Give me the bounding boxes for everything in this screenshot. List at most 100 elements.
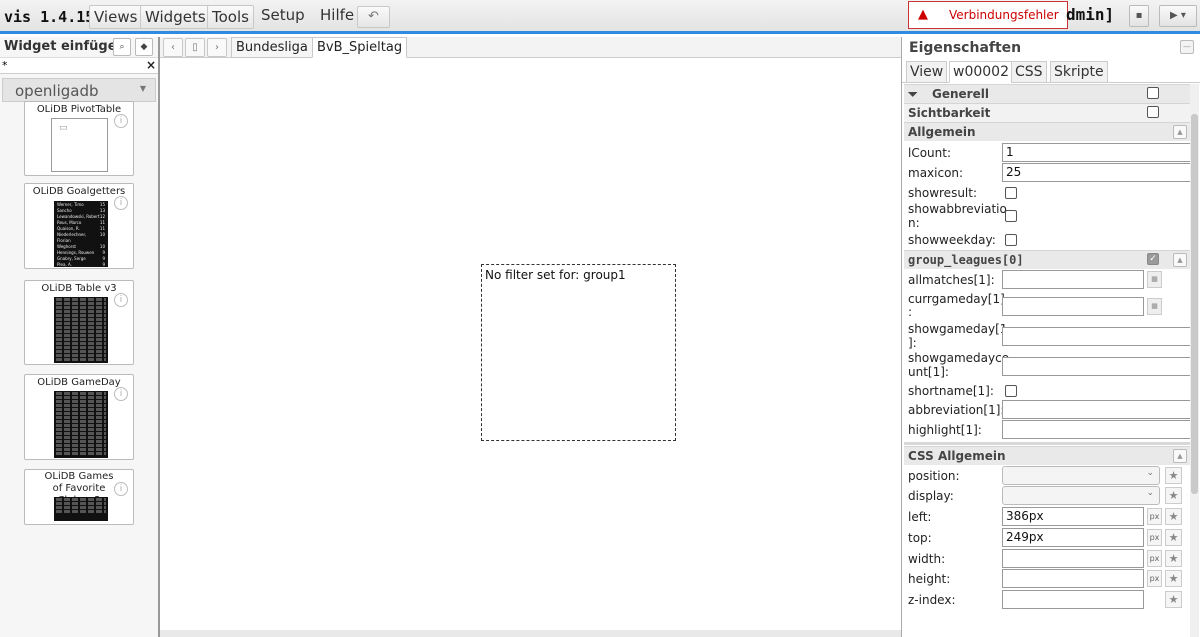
prop-label: showresult: [908,186,978,200]
selected-widget[interactable]: No filter set for: group1 [481,264,676,441]
position-select[interactable]: ⌄ [1002,466,1160,485]
chevron-down-icon: ▼ [139,84,146,93]
view-list-button[interactable]: ▯ [185,38,205,57]
palette-filter-input[interactable] [2,59,142,72]
chevron-up-icon[interactable]: ▲ [1173,125,1187,139]
showgameday-input[interactable] [1002,327,1198,346]
group-css-allgemein[interactable]: CSS Allgemein ▲ [904,446,1190,465]
currgameday-input[interactable] [1002,297,1144,316]
tab-bundesliga[interactable]: Bundesliga [231,37,313,58]
prop-label: abbreviation[1]: [908,403,1005,417]
info-icon[interactable]: i [114,387,128,401]
tag-icon: ◆ [140,42,148,52]
prop-label: width: [908,552,946,566]
warning-icon: ▲ [918,7,928,22]
prop-label: height: [908,572,951,586]
palette-search-button[interactable]: ⌕ [113,38,131,56]
info-icon[interactable]: i [114,114,128,128]
menu-views[interactable]: Views [89,5,143,29]
group-leagues[interactable]: group_leagues[0] ✓ ▲ [904,250,1190,269]
tab-css[interactable]: CSS [1011,61,1047,83]
info-icon[interactable]: i [114,482,128,496]
chevron-up-icon[interactable]: ▲ [1173,449,1187,463]
star-icon[interactable]: ★ [1165,487,1182,504]
star-icon[interactable]: ★ [1165,570,1182,587]
top-input[interactable]: 249px [1002,528,1144,547]
prop-row-highlight: highlight[1]: [904,420,1198,440]
tab-view[interactable]: View [906,61,948,83]
prop-label: display: [908,489,954,503]
group-generell-checkbox[interactable] [1147,87,1159,99]
star-icon[interactable]: ★ [1165,591,1182,608]
widget-card-favorite-clubs[interactable]: OLiDB Games of Favorite Clubs v2 i [24,469,134,525]
info-icon[interactable]: i [114,196,128,210]
clear-filter-icon[interactable]: × [146,58,156,72]
maxicon-input[interactable]: 25 [1002,163,1198,182]
group-generell[interactable]: ⏷ Generell [904,84,1190,103]
zindex-input[interactable] [1002,590,1144,609]
star-icon[interactable]: ★ [1165,550,1182,567]
properties-vertical-scrollbar[interactable] [1190,84,1199,637]
tab-bvb-spieltag[interactable]: BvB_Spieltag [312,37,408,58]
height-input[interactable] [1002,569,1144,588]
highlight-input[interactable] [1002,420,1198,439]
divider [904,442,1190,445]
menu-hilfe[interactable]: Hilfe [315,3,359,27]
prop-label: highlight[1]: [908,423,982,437]
chevron-up-icon[interactable]: ▲ [1173,253,1187,267]
group-allgemein[interactable]: Allgemein ▲ [904,122,1190,141]
app-title: vis 1.4.15 [4,8,95,26]
width-input[interactable] [1002,549,1144,568]
star-icon[interactable]: ★ [1165,467,1182,484]
group-leagues-checkbox[interactable]: ✓ [1147,253,1159,265]
group-sichtbarkeit-checkbox[interactable] [1147,106,1159,118]
group-generell-label: Generell [932,87,989,101]
menu-widgets[interactable]: Widgets [140,5,211,29]
allmatches-input[interactable] [1002,270,1144,289]
palette-tag-button[interactable]: ◆ [135,38,153,56]
prop-label: showweekday: [908,233,996,247]
collapse-panel-button[interactable]: — [1180,40,1194,54]
display-select[interactable]: ⌄ [1002,486,1160,505]
scrollbar-thumb[interactable] [1191,114,1198,494]
canvas-horizontal-scrollbar[interactable] [160,630,901,637]
showgamedaycount-input[interactable] [1002,357,1198,376]
left-input[interactable]: 386px [1002,507,1144,526]
abbreviation-input[interactable] [1002,400,1198,419]
group-sichtbarkeit[interactable]: Sichtbarkeit [904,103,1190,122]
unit-label: px [1147,529,1162,546]
lcount-input[interactable]: 1 [1002,143,1198,162]
tab-skripte[interactable]: Skripte [1050,61,1108,83]
tab-widget[interactable]: w00002 [949,61,1013,83]
properties-tabs: View w00002 CSS Skripte [902,61,1200,83]
save-button[interactable]: ▪ [1129,5,1149,27]
prop-label: showabbreviatio [908,202,1007,216]
widget-card-goalgetters[interactable]: OLiDB Goalgetters i Werner, Timo 15 Sanch… [24,183,134,269]
list-icon[interactable]: ▦ [1147,271,1162,288]
widget-set-select[interactable]: openligadb ▼ [2,78,156,102]
prop-label: maxicon: [908,166,964,180]
run-button[interactable]: ▶ ▾ [1159,5,1197,27]
prop-label: showgamedayco [908,351,1010,365]
menu-tools[interactable]: Tools [207,5,254,29]
placeholder-image-icon: ▭ [59,123,68,133]
connection-error-text: Verbindungsfehler [949,8,1059,22]
unit-label: px [1147,508,1162,525]
view-canvas[interactable]: No filter set for: group1 [160,58,901,637]
menu-setup[interactable]: Setup [256,3,310,27]
gameday-preview [54,391,108,458]
prev-view-button[interactable]: ‹ [163,38,183,57]
showabbreviation-checkbox[interactable] [1005,210,1017,222]
next-view-button[interactable]: › [207,38,227,57]
showweekday-checkbox[interactable] [1005,234,1017,246]
star-icon[interactable]: ★ [1165,529,1182,546]
info-icon[interactable]: i [114,293,128,307]
shortname-checkbox[interactable] [1005,385,1017,397]
undo-button[interactable]: ↶ [357,6,390,28]
widget-card-pivottable[interactable]: OLiDB PivotTable i ▭ [24,101,134,176]
showresult-checkbox[interactable] [1005,187,1017,199]
list-icon[interactable]: ▦ [1147,298,1162,315]
widget-card-table-v3[interactable]: OLiDB Table v3 i [24,280,134,365]
widget-card-gameday[interactable]: OLiDB GameDay i [24,374,134,460]
star-icon[interactable]: ★ [1165,508,1182,525]
